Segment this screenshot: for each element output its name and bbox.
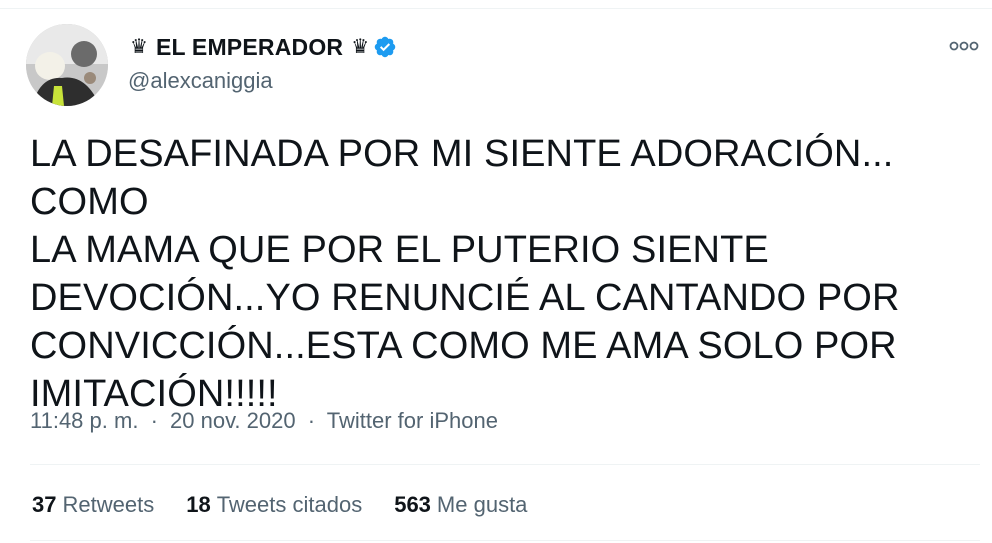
verified-badge-icon xyxy=(374,36,396,58)
likes-count: 563 xyxy=(394,492,431,517)
tweet-text-line: LA MAMA QUE POR EL PUTERIO SIENTE xyxy=(30,229,769,271)
tweet-meta: 11:48 p. m. · 20 nov. 2020 · Twitter for… xyxy=(30,408,498,434)
tweet-text-line: LA DESAFINADA POR MI SIENTE ADORACIÓN...… xyxy=(30,133,894,223)
avatar-image xyxy=(26,24,108,106)
retweets-stat[interactable]: 37 Retweets xyxy=(32,492,154,518)
avatar[interactable] xyxy=(26,24,108,106)
quote-tweets-stat[interactable]: 18 Tweets citados xyxy=(186,492,362,518)
author-display-name[interactable]: EL EMPERADOR xyxy=(156,34,343,61)
crown-right-icon: ♛ xyxy=(351,36,370,58)
tweet-card: ♛ EL EMPERADOR ♛ @alexcaniggia LA DESAFI… xyxy=(0,0,992,543)
tweet-stats: 37 Retweets 18 Tweets citados 563 Me gus… xyxy=(32,492,559,518)
quote-tweets-count: 18 xyxy=(186,492,211,517)
tweet-text: LA DESAFINADA POR MI SIENTE ADORACIÓN...… xyxy=(30,130,980,418)
meta-separator: · xyxy=(150,408,158,433)
author-name-row[interactable]: ♛ EL EMPERADOR ♛ xyxy=(128,32,397,62)
top-border xyxy=(0,0,992,9)
quote-tweets-label: Tweets citados xyxy=(216,492,363,517)
crown-left-icon: ♛ xyxy=(130,36,148,58)
tweet-date[interactable]: 20 nov. 2020 xyxy=(170,408,296,433)
tweet-time[interactable]: 11:48 p. m. xyxy=(30,408,138,433)
tweet-source[interactable]: Twitter for iPhone xyxy=(327,408,498,433)
author-handle[interactable]: @alexcaniggia xyxy=(128,68,273,94)
likes-stat[interactable]: 563 Me gusta xyxy=(394,492,527,518)
more-options-icon[interactable] xyxy=(948,38,980,54)
meta-separator: · xyxy=(307,408,316,433)
divider xyxy=(30,540,980,541)
divider xyxy=(30,464,980,465)
retweets-label: Retweets xyxy=(62,492,155,517)
retweets-count: 37 xyxy=(32,492,57,517)
tweet-text-line: CONVICCIÓN...ESTA COMO ME AMA SOLO POR xyxy=(30,325,897,367)
tweet-text-line: DEVOCIÓN...YO RENUNCIÉ AL CANTANDO POR xyxy=(30,277,900,319)
likes-label: Me gusta xyxy=(436,492,528,517)
